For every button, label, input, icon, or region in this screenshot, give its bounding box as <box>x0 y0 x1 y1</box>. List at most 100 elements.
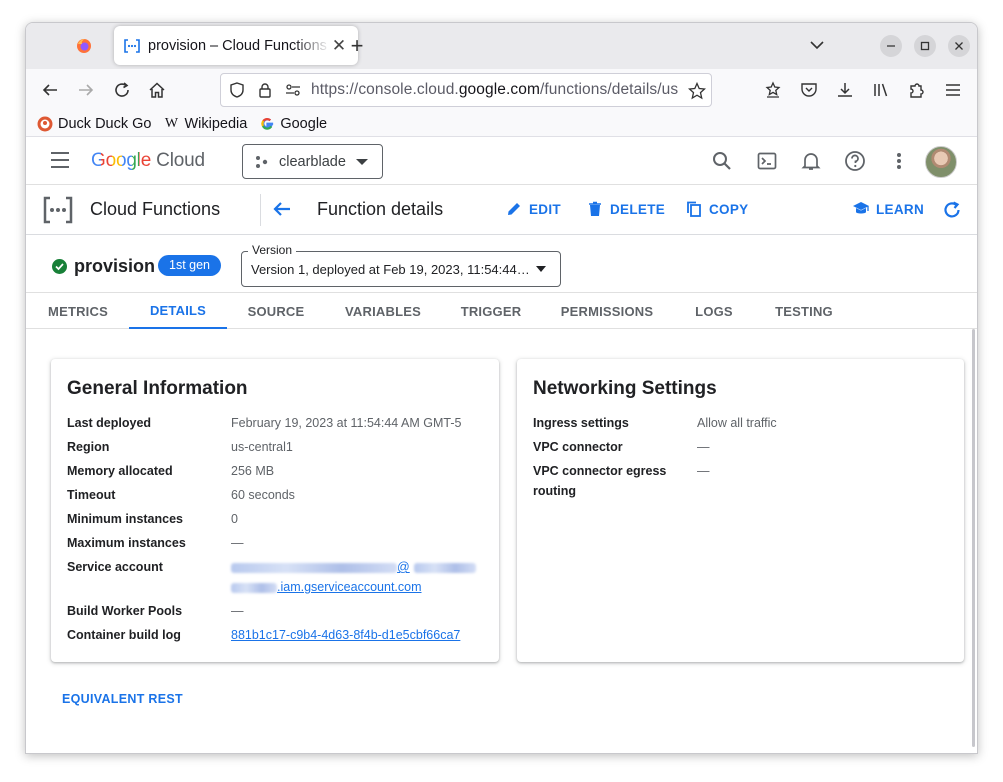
minimize-button[interactable] <box>880 35 902 57</box>
label-min-instances: Minimum instances <box>67 512 183 526</box>
tab-variables[interactable]: VARIABLES <box>336 293 430 329</box>
tab-source[interactable]: SOURCE <box>238 293 314 329</box>
redacted-text <box>231 562 397 573</box>
library-icon <box>874 83 888 97</box>
forward-arrow-icon <box>79 84 94 96</box>
browser-tab-bar: provision – Cloud Functions ✕ + <box>26 23 977 69</box>
label-memory: Memory allocated <box>67 464 173 478</box>
value-max-instances: — <box>231 536 244 550</box>
copy-label: COPY <box>709 201 749 217</box>
home-button[interactable] <box>145 78 169 102</box>
service-account-link[interactable]: @ .iam.gserviceaccount.com <box>231 557 477 597</box>
search-button[interactable] <box>710 149 734 173</box>
list-all-tabs-icon[interactable] <box>807 35 827 55</box>
download-icon <box>838 83 852 97</box>
close-icon <box>955 42 963 50</box>
hamburger-menu-icon <box>946 84 960 96</box>
cloud-functions-favicon <box>124 38 140 53</box>
tab-metrics[interactable]: METRICS <box>40 293 116 329</box>
value-region: us-central1 <box>231 440 293 454</box>
project-picker[interactable]: clearblade <box>242 144 383 179</box>
permissions-icon[interactable] <box>285 82 301 98</box>
school-icon <box>852 200 870 218</box>
tab-details[interactable]: DETAILS <box>129 293 227 329</box>
notifications-button[interactable] <box>799 149 823 173</box>
navigation-menu-icon[interactable] <box>50 151 70 169</box>
firefox-view-tab[interactable] <box>32 29 110 63</box>
downloads-button[interactable] <box>833 78 857 102</box>
cloud-shell-button[interactable] <box>755 149 779 173</box>
version-label: Version <box>248 243 297 257</box>
back-button[interactable] <box>38 78 62 102</box>
bookmark-duckduckgo[interactable]: Duck Duck Go <box>37 116 151 132</box>
home-icon <box>149 82 165 98</box>
google-cloud-logo[interactable]: Google Cloud <box>91 150 205 172</box>
browser-tab-active[interactable]: provision – Cloud Functions ✕ <box>114 26 358 65</box>
tab-permissions[interactable]: PERMISSIONS <box>552 293 662 329</box>
page-title: Function details <box>317 199 444 219</box>
bookmark-google[interactable]: Google <box>259 116 327 132</box>
url-bar[interactable]: https://console.cloud.google.com/functio… <box>220 73 712 107</box>
bell-icon <box>801 153 821 170</box>
more-options-button[interactable] <box>887 149 911 173</box>
browser-nav-bar: https://console.cloud.google.com/functio… <box>26 69 977 111</box>
tab-trigger[interactable]: TRIGGER <box>452 293 530 329</box>
copy-button[interactable]: COPY <box>685 200 748 218</box>
terminal-icon <box>757 152 777 170</box>
general-information-card: General Information Last deployed Februa… <box>51 359 499 662</box>
pencil-icon <box>505 200 523 218</box>
detail-tabs: METRICS DETAILS SOURCE VARIABLES TRIGGER… <box>26 293 977 329</box>
library-button[interactable] <box>869 78 893 102</box>
reload-button[interactable] <box>110 78 134 102</box>
toolbar-divider <box>260 194 261 226</box>
card-title: General Information <box>67 378 248 399</box>
label-max-instances: Maximum instances <box>67 536 186 550</box>
value-min-instances: 0 <box>231 512 238 526</box>
tab-title: provision – Cloud Functions <box>148 37 327 54</box>
equivalent-rest-button[interactable]: EQUIVALENT REST <box>62 692 183 706</box>
container-build-log-link[interactable]: 881b1c17-c9b4-4d63-8f4b-d1e5cbf66ca7 <box>231 625 460 645</box>
help-button[interactable] <box>843 149 867 173</box>
pocket-button[interactable] <box>797 78 821 102</box>
pocket-list-button[interactable] <box>761 78 785 102</box>
product-name[interactable]: Cloud Functions <box>90 199 220 220</box>
back-arrow-icon <box>42 84 57 96</box>
cloud-functions-icon <box>43 196 73 224</box>
url-text[interactable]: https://console.cloud.google.com/functio… <box>311 81 691 99</box>
tab-logs[interactable]: LOGS <box>686 293 742 329</box>
tab-testing[interactable]: TESTING <box>766 293 842 329</box>
learn-button[interactable]: LEARN <box>852 200 924 218</box>
forward-button[interactable] <box>74 78 98 102</box>
redacted-text <box>231 582 277 593</box>
extensions-button[interactable] <box>905 78 929 102</box>
reload-icon <box>115 82 129 97</box>
value-last-deployed: February 19, 2023 at 11:54:44 AM GMT-5 <box>231 416 462 430</box>
avatar[interactable] <box>925 146 957 178</box>
label-build-worker-pools: Build Worker Pools <box>67 604 183 618</box>
trash-icon <box>586 200 604 218</box>
label-last-deployed: Last deployed <box>67 416 152 430</box>
edit-button[interactable]: EDIT <box>505 200 561 218</box>
version-select[interactable]: Version Version 1, deployed at Feb 19, 2… <box>241 243 561 287</box>
shield-icon[interactable] <box>229 82 245 98</box>
lock-icon[interactable] <box>257 82 273 98</box>
bookmarks-toolbar: Duck Duck Go W Wikipedia Google <box>26 111 977 137</box>
close-window-button[interactable] <box>948 35 970 57</box>
menu-button[interactable] <box>941 78 965 102</box>
maximize-icon <box>920 41 930 51</box>
puzzle-icon <box>910 83 924 98</box>
new-tab-button[interactable]: + <box>344 33 370 59</box>
refresh-icon[interactable] <box>942 200 962 220</box>
maximize-button[interactable] <box>914 35 936 57</box>
version-value: Version 1, deployed at Feb 19, 2023, 11:… <box>251 262 531 277</box>
bookmark-wikipedia[interactable]: W Wikipedia <box>163 116 247 132</box>
url-prefix: https://console.cloud. <box>311 81 459 98</box>
value-timeout: 60 seconds <box>231 488 295 502</box>
value-ingress: Allow all traffic <box>697 416 777 430</box>
back-arrow-icon[interactable] <box>271 198 293 220</box>
bookmark-star-icon[interactable] <box>688 82 706 100</box>
page-scrollbar[interactable] <box>972 329 975 747</box>
service-account-at: @ <box>397 560 410 574</box>
delete-button[interactable]: DELETE <box>586 200 665 218</box>
page-toolbar: Cloud Functions Function details EDIT DE… <box>26 185 977 235</box>
